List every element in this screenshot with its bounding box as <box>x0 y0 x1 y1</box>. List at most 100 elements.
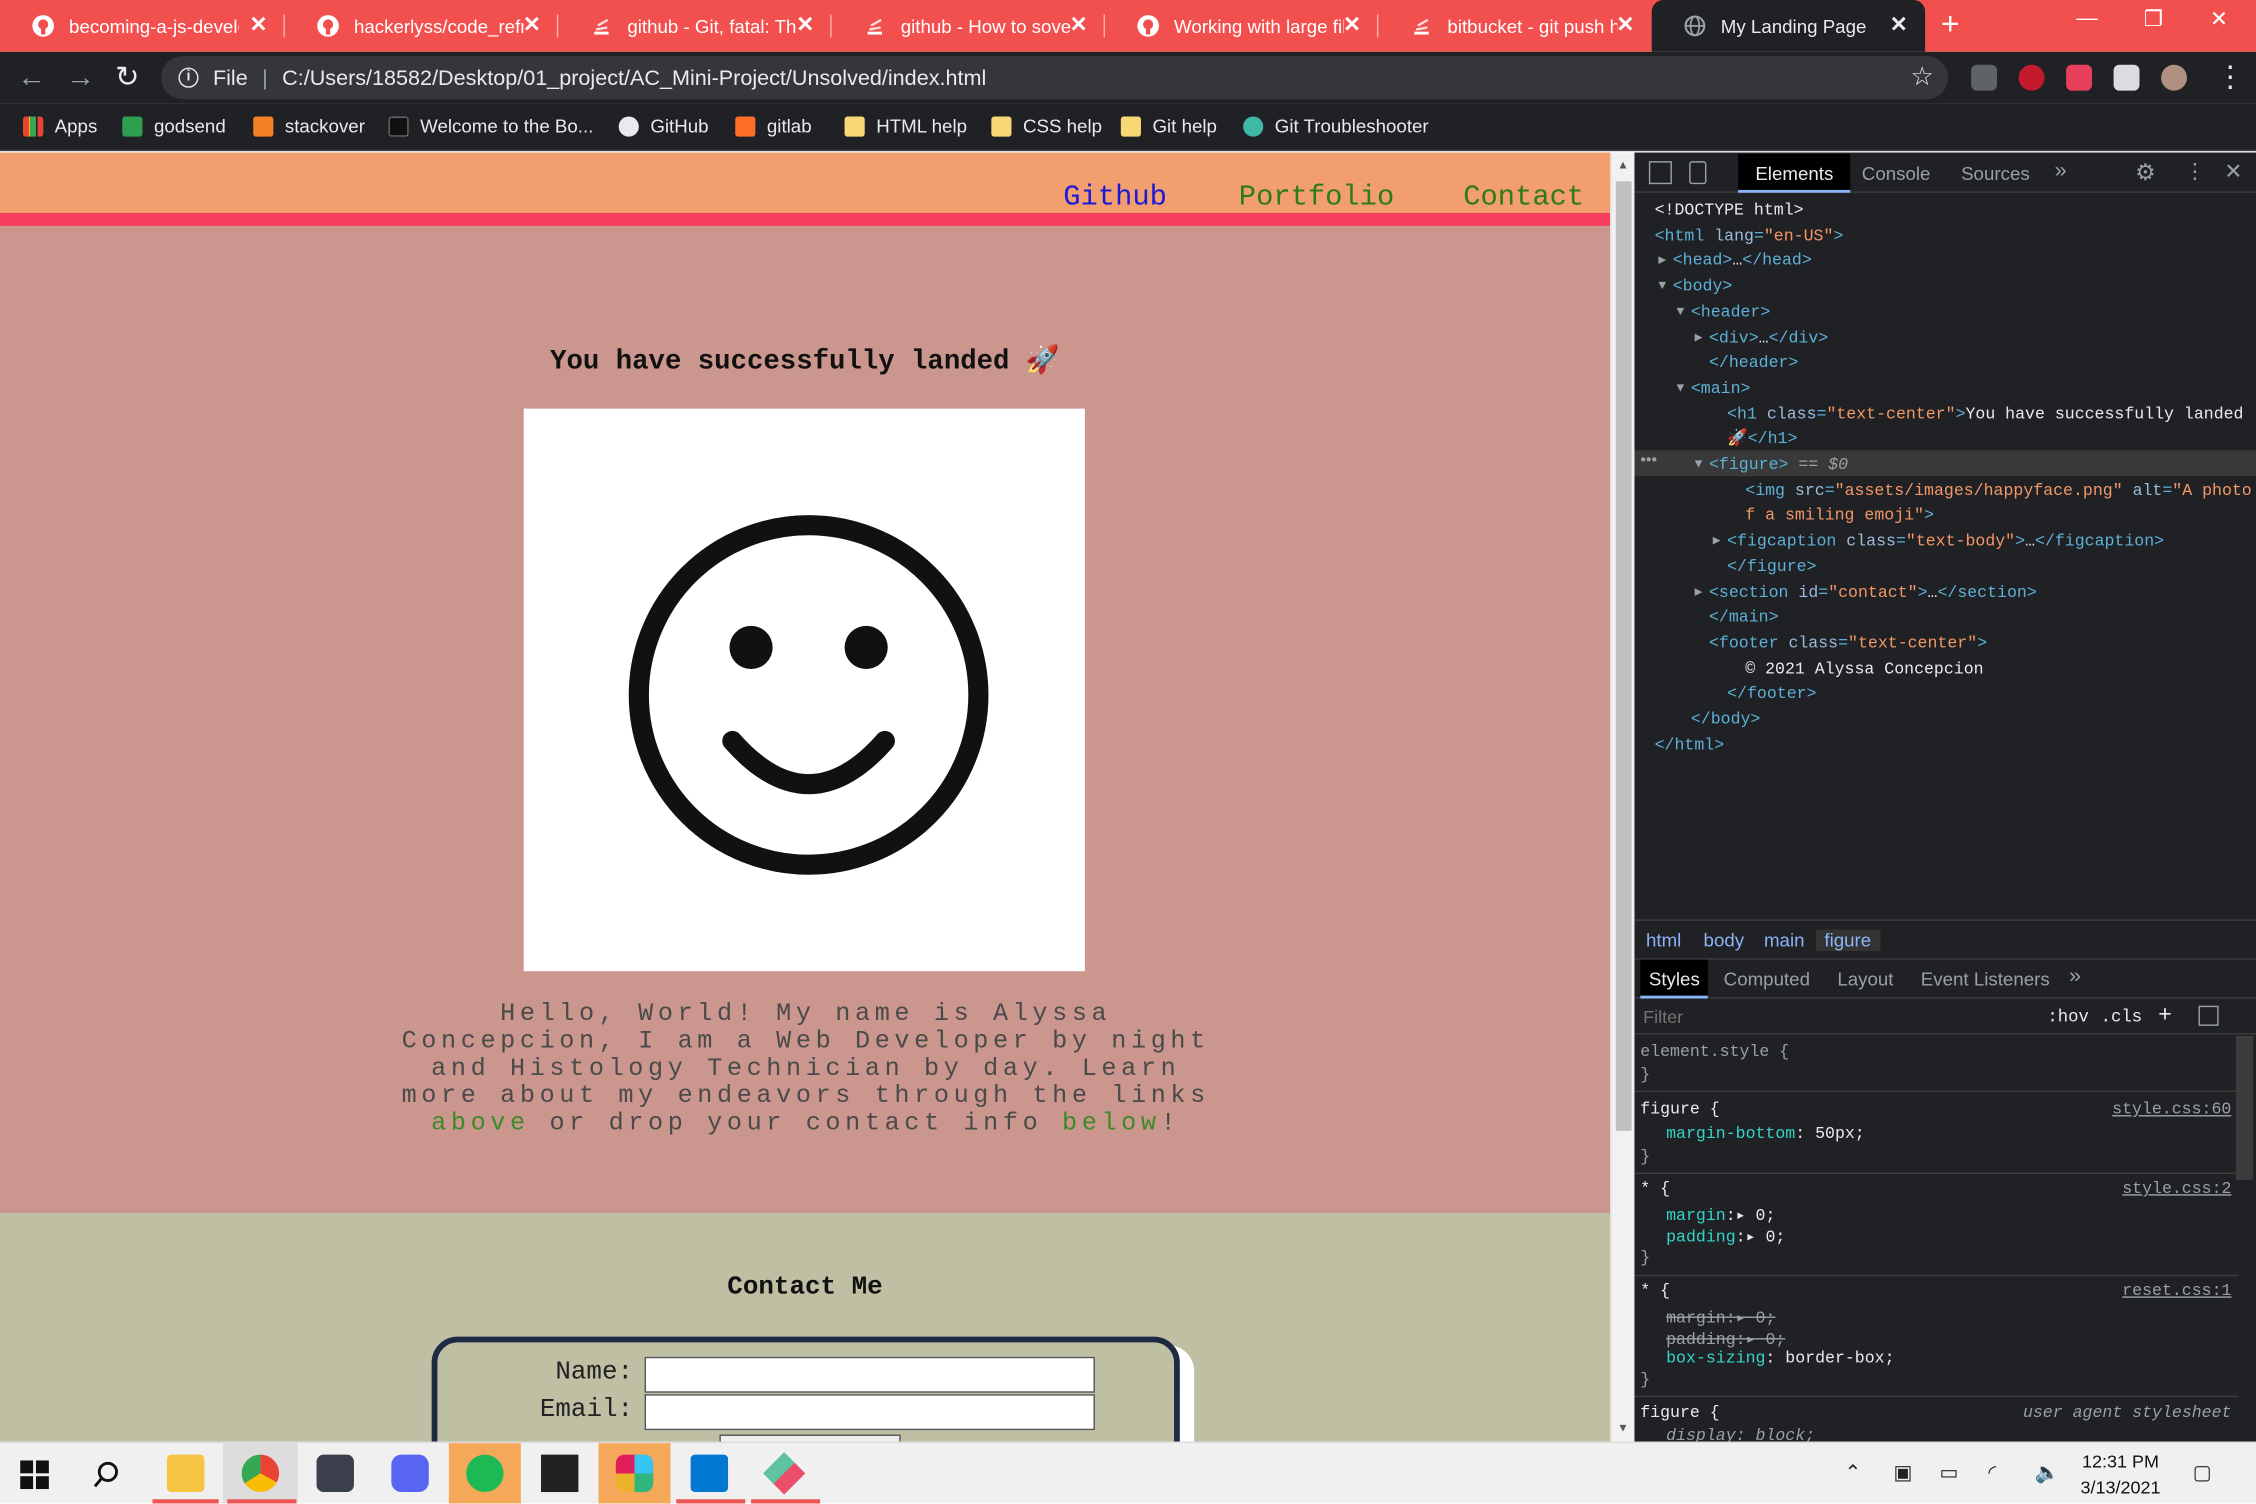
forward-icon[interactable]: → <box>66 60 95 95</box>
expanded-triangle-icon[interactable]: ▼ <box>1676 300 1684 325</box>
battery-icon[interactable]: ▭ <box>1940 1460 1959 1484</box>
dom-node-line[interactable]: ▶ <div>…</div> <box>1695 326 1829 351</box>
dom-node-line[interactable]: ▼ <body> <box>1658 275 1732 300</box>
node-ellipsis-icon[interactable]: ••• <box>1640 452 1657 469</box>
name-field[interactable] <box>644 1356 1095 1393</box>
expanded-triangle-icon[interactable]: ▼ <box>1695 453 1703 478</box>
chrome-icon[interactable] <box>241 1454 280 1493</box>
margin-declaration[interactable]: margin:▸ 0; <box>1666 1204 1775 1226</box>
dom-node-line[interactable]: <img src="assets/images/happyface.png" a… <box>1745 479 2256 504</box>
browser-tab[interactable]: github - How to sove ✕ <box>832 0 1105 52</box>
restore-icon[interactable]: ❐ <box>2144 6 2163 32</box>
bookmark-css-help[interactable]: CSS help <box>991 115 1102 137</box>
bookmark-git-help[interactable]: Git help <box>1120 115 1217 137</box>
dom-node-line[interactable]: <footer class="text-center"> <box>1709 631 1987 656</box>
ublock-icon[interactable] <box>2018 64 2045 91</box>
padding-declaration-overridden[interactable]: padding:▸ 0; <box>1666 1328 1785 1350</box>
dom-node-line[interactable]: </html> <box>1655 733 1725 758</box>
more-style-tabs-icon[interactable]: » <box>2069 964 2081 988</box>
search-icon[interactable] <box>92 1460 121 1489</box>
padding-declaration[interactable]: padding:▸ 0; <box>1666 1226 1785 1248</box>
style-css-source-link[interactable]: style.css:2 <box>2122 1180 2231 1199</box>
tab-computed[interactable]: Computed <box>1724 968 1810 990</box>
bookmark-godsend[interactable]: godsend <box>122 115 226 137</box>
devtools-menu-icon[interactable]: ⋮ <box>2184 158 2206 184</box>
browser-tab[interactable]: hackerlyss/code_refrac ✕ <box>285 0 559 52</box>
margin-declaration-overridden[interactable]: margin:▸ 0; <box>1666 1306 1775 1328</box>
dom-node-line[interactable]: ▼ <header> <box>1676 300 1770 325</box>
browser-tab[interactable]: bitbucket - git push h ✕ <box>1378 0 1651 52</box>
crumb-main[interactable]: main <box>1764 929 1805 951</box>
dom-node-line[interactable]: </main> <box>1709 606 1779 631</box>
dom-node-line[interactable]: f a smiling emoji"> <box>1745 504 1934 529</box>
tab-console[interactable]: Console <box>1862 163 1931 185</box>
tab-styles[interactable]: Styles <box>1640 959 1709 999</box>
bookmark-github[interactable]: GitHub <box>618 115 709 137</box>
dom-node-line[interactable]: © 2021 Alyssa Concepcion <box>1745 657 1983 682</box>
close-tab-icon[interactable]: ✕ <box>1070 14 1088 36</box>
styles-filter-input[interactable] <box>1643 1004 2032 1031</box>
dom-node-line[interactable]: </body> <box>1691 708 1761 733</box>
new-rule-icon[interactable]: + <box>2158 1003 2171 1029</box>
menu-kebab-icon[interactable]: ⋮ <box>2216 60 2245 95</box>
nav-github-link[interactable]: Github <box>1063 181 1167 216</box>
dom-node-line[interactable]: <!DOCTYPE html> <box>1655 199 1804 224</box>
crumb-html[interactable]: html <box>1646 929 1681 951</box>
bookmark-welcome[interactable]: Welcome to the Bo... <box>388 115 593 137</box>
screencast-icon[interactable] <box>2066 64 2093 91</box>
dom-node-line[interactable]: ▶ <figcaption class="text-body">…</figcap… <box>1713 530 2164 555</box>
hov-toggle[interactable]: :hov <box>2047 1007 2088 1027</box>
crumb-figure[interactable]: figure <box>1815 929 1880 952</box>
dom-node-line[interactable]: </figure> <box>1727 555 1816 580</box>
figure-source-link[interactable]: style.css:60 <box>2112 1101 2231 1120</box>
meet-now-icon[interactable]: ▣ <box>1893 1460 1912 1484</box>
info-icon[interactable]: i <box>178 67 199 88</box>
browser-tab[interactable]: github - Git, fatal: The ✕ <box>558 0 832 52</box>
bookmark-star-icon[interactable]: ☆ <box>1911 62 1934 92</box>
bookmark-html-help[interactable]: HTML help <box>844 115 967 137</box>
dom-node-line[interactable]: <html lang="en-US"> <box>1655 224 1844 249</box>
extension-p-icon[interactable] <box>1971 64 1998 91</box>
vscode-icon[interactable] <box>690 1454 729 1493</box>
avatar[interactable] <box>2161 64 2187 91</box>
reload-icon[interactable]: ↻ <box>115 60 139 95</box>
address-bar[interactable]: i File | C:/Users/18582/Desktop/01_proje… <box>161 56 1949 100</box>
settings-gear-icon[interactable]: ⚙ <box>2135 158 2156 187</box>
puzzle-icon[interactable] <box>2113 64 2140 91</box>
more-tabs-icon[interactable]: » <box>2055 158 2067 182</box>
dom-node-line[interactable]: ▶ <head>…</head> <box>1658 249 1811 274</box>
collapsed-triangle-icon[interactable]: ▶ <box>1695 581 1703 606</box>
crumb-body[interactable]: body <box>1704 929 1745 951</box>
caption-link-below[interactable]: below <box>1062 1109 1161 1138</box>
taskbar-clock[interactable]: 12:31 PM 3/13/2021 <box>2081 1449 2161 1501</box>
dom-node-line[interactable]: ▶ <section id="contact">…</section> <box>1695 581 2037 606</box>
close-tab-icon[interactable]: ✕ <box>796 14 814 36</box>
browser-tab[interactable]: Working with large file ✕ <box>1105 0 1379 52</box>
collapsed-triangle-icon[interactable]: ▶ <box>1658 249 1666 274</box>
browser-tab[interactable]: becoming-a-js-develo ✕ <box>0 0 285 52</box>
page-scrollbar[interactable]: ▲ ▼ <box>1610 152 1635 1442</box>
close-tab-icon[interactable]: ✕ <box>1890 14 1908 36</box>
toggle-sidebar-icon[interactable] <box>2198 1005 2219 1026</box>
windows-start-icon[interactable] <box>20 1460 49 1490</box>
bookmark-apps[interactable]: Apps <box>23 115 97 137</box>
file-explorer-icon[interactable] <box>166 1454 205 1493</box>
collapsed-triangle-icon[interactable]: ▶ <box>1713 530 1721 555</box>
browser-tab-active[interactable]: My Landing Page ✕ <box>1651 0 1926 52</box>
styles-scrollbar[interactable] <box>2235 1035 2254 1180</box>
caption-link-above[interactable]: above <box>431 1109 530 1138</box>
sticky-notes-icon[interactable] <box>540 1454 579 1493</box>
minimize-icon[interactable]: — <box>2076 6 2098 30</box>
bookmark-git-troubleshooter[interactable]: Git Troubleshooter <box>1243 115 1429 137</box>
gitkraken-icon[interactable] <box>762 1452 806 1495</box>
tab-elements[interactable]: Elements <box>1738 153 1851 193</box>
dom-node-line[interactable]: </header> <box>1709 351 1798 376</box>
dom-node-line[interactable]: </footer> <box>1727 682 1816 707</box>
chevron-up-icon[interactable]: ⌃ <box>1845 1460 1862 1484</box>
dom-node-line[interactable]: <h1 class="text-center">You have success… <box>1727 402 2243 427</box>
close-window-icon[interactable]: ✕ <box>2210 6 2228 32</box>
slack-icon[interactable] <box>615 1454 654 1493</box>
close-tab-icon[interactable]: ✕ <box>1616 14 1634 36</box>
submit-button[interactable] <box>719 1434 901 1442</box>
nav-portfolio-link[interactable]: Portfolio <box>1239 181 1394 216</box>
